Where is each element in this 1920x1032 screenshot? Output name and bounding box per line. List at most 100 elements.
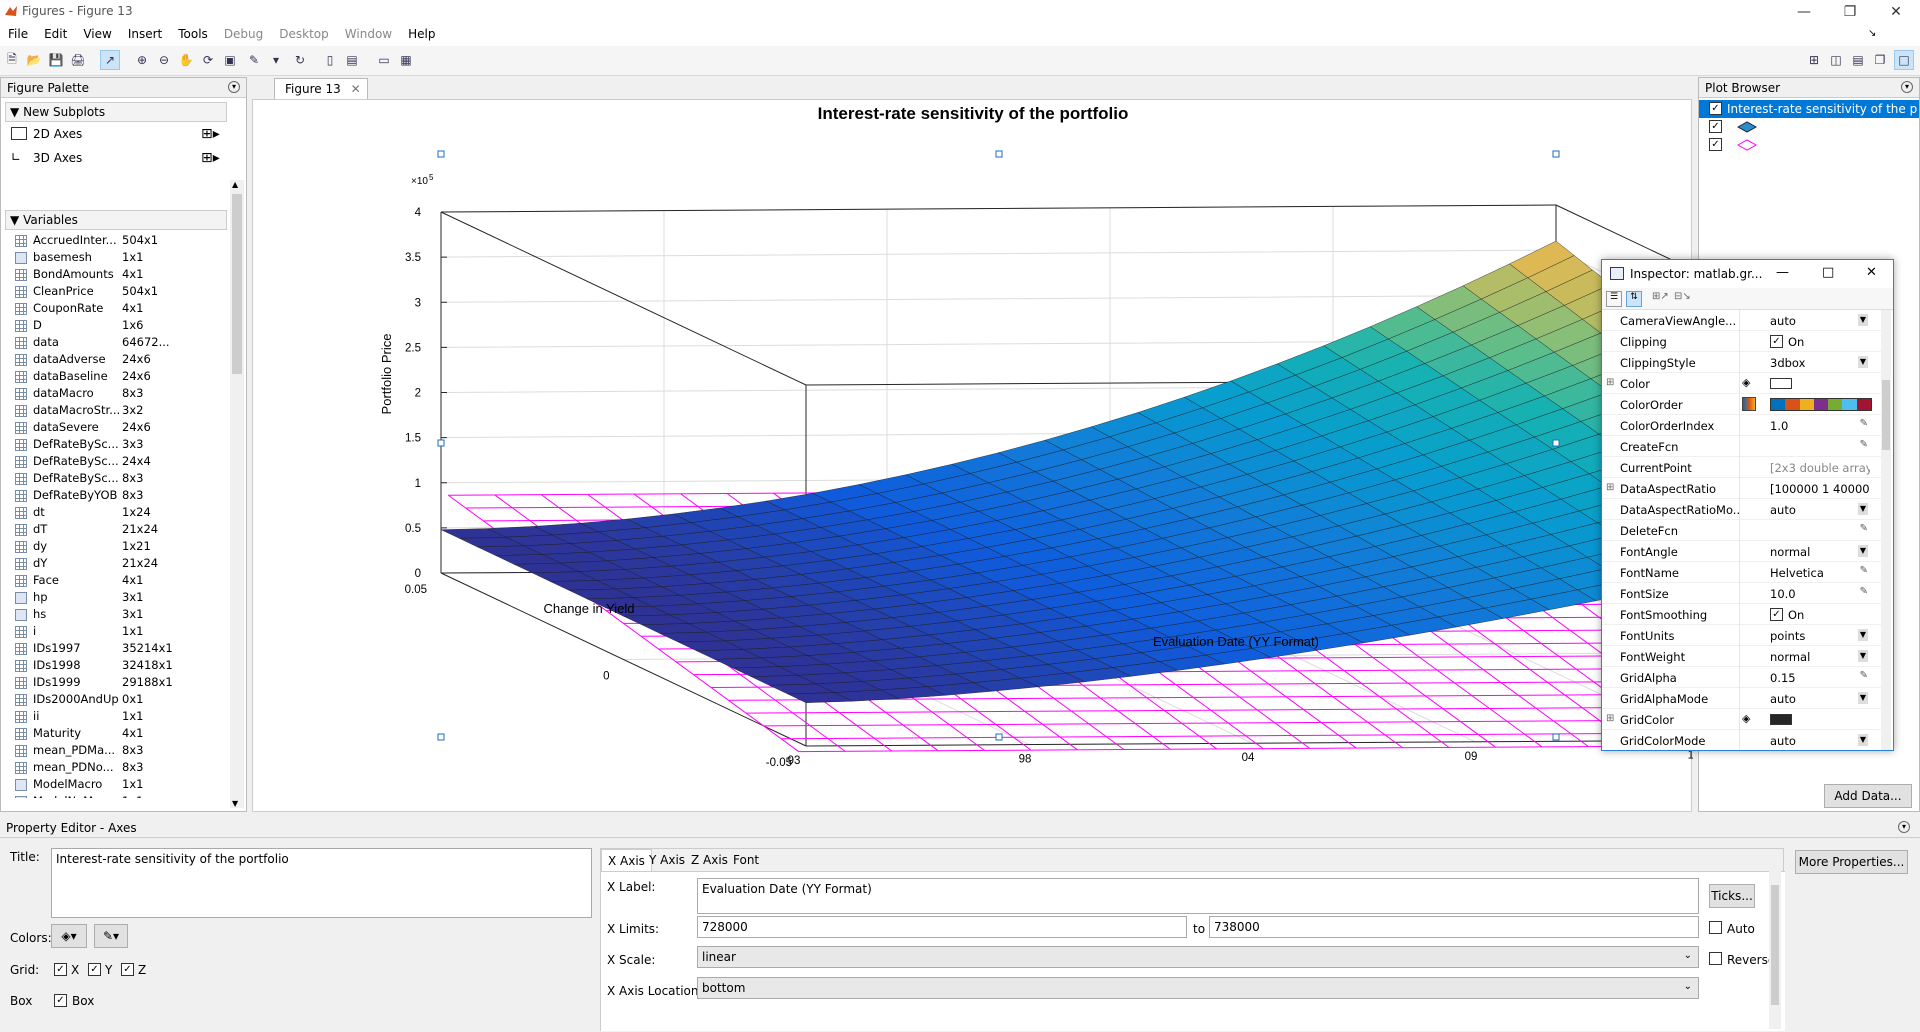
menu-debug[interactable]: Debug — [216, 24, 271, 44]
collapse-all-icon[interactable]: ⊟↘ — [1674, 291, 1691, 302]
property-value[interactable]: Helvetica — [1770, 566, 1870, 580]
property-value[interactable]: 3dbox — [1770, 356, 1870, 370]
inspector-row[interactable]: GridAlphaMode auto ▼ — [1602, 688, 1882, 709]
plot-browser-axes-item[interactable]: ✓ Interest-rate sensitivity of the portf… — [1699, 100, 1919, 118]
dropdown-icon[interactable]: ▼ — [1858, 545, 1868, 557]
grid-layout-icon[interactable]: ⊞▸ — [201, 126, 220, 142]
variable-row[interactable]: ModelNoMa... 1x1 — [5, 793, 227, 798]
variable-row[interactable]: dY 21x24 — [5, 555, 227, 572]
tab-font[interactable]: Font — [727, 849, 765, 871]
dropdown-icon[interactable]: ▼ — [1858, 503, 1868, 515]
variable-row[interactable]: mean_PDMa... 8x3 — [5, 742, 227, 759]
selection-handle[interactable] — [437, 733, 445, 741]
surface-visible-checkbox[interactable]: ✓ — [1709, 120, 1722, 133]
add-data-button[interactable]: Add Data... — [1824, 784, 1912, 808]
x-limit-max-field[interactable]: 738000 — [1209, 916, 1699, 938]
property-value[interactable]: auto — [1770, 734, 1870, 748]
variable-row[interactable]: data 64672... — [5, 334, 227, 351]
dropdown-icon[interactable]: ▼ — [1858, 650, 1868, 662]
menu-edit[interactable]: Edit — [36, 24, 75, 44]
undock-arrow-icon[interactable]: ↘ — [1868, 28, 1876, 39]
panel-menu-icon[interactable]: ▾ — [228, 81, 240, 93]
inspector-maximize-button[interactable]: □ — [1822, 265, 1834, 280]
x-limit-min-field[interactable]: 728000 — [697, 916, 1187, 938]
panel-menu-icon[interactable]: ▾ — [1901, 81, 1913, 93]
edit-pencil-icon[interactable]: ✎ — [1860, 670, 1868, 681]
expand-icon[interactable]: ⊞ — [1606, 482, 1614, 493]
split-vertical-icon[interactable]: ◫ — [1826, 50, 1846, 70]
rotate-icon[interactable]: ⟳ — [198, 50, 218, 70]
scrollbar-thumb[interactable] — [1771, 885, 1779, 1005]
axes-visible-checkbox[interactable]: ✓ — [1709, 102, 1722, 115]
property-value[interactable]: normal — [1770, 545, 1870, 559]
dropdown-icon[interactable]: ▼ — [1858, 734, 1868, 746]
edit-pencil-icon[interactable]: ✎ — [1860, 586, 1868, 597]
variable-row[interactable]: dataMacroStr... 3x2 — [5, 402, 227, 419]
inspector-row[interactable]: CurrentPoint [2x3 double array] — [1602, 457, 1882, 478]
brush-dropdown-icon[interactable]: ▾ — [266, 50, 286, 70]
hide-plot-tools-icon[interactable]: ▭ — [374, 50, 394, 70]
float-icon[interactable]: ❐ — [1870, 50, 1890, 70]
plot-browser-mesh-item[interactable]: ✓ — [1699, 136, 1919, 154]
variable-row[interactable]: IDs2000AndUp 0x1 — [5, 691, 227, 708]
property-value[interactable]: [2x3 double array] — [1770, 461, 1870, 475]
show-plot-tools-icon[interactable]: ▦ — [396, 50, 416, 70]
variable-row[interactable]: D 1x6 — [5, 317, 227, 334]
inspector-minimize-button[interactable]: — — [1776, 265, 1789, 280]
inspector-row[interactable]: DeleteFcn ✎ — [1602, 520, 1882, 541]
property-checkbox[interactable]: ✓ — [1770, 608, 1783, 621]
edit-pencil-icon[interactable]: ✎ — [1860, 523, 1868, 534]
variable-row[interactable]: dt 1x24 — [5, 504, 227, 521]
variable-row[interactable]: DefRateByYOB 8x3 — [5, 487, 227, 504]
dropdown-icon[interactable]: ▼ — [1858, 314, 1868, 326]
box-checkbox[interactable]: ✓ — [54, 994, 67, 1007]
open-icon[interactable]: 📂 — [24, 50, 44, 70]
grid-layout-icon[interactable]: ⊞▸ — [201, 150, 220, 166]
dropdown-icon[interactable]: ▼ — [1858, 692, 1868, 704]
inspector-row[interactable]: FontSize 10.0 ✎ — [1602, 583, 1882, 604]
edge-color-button[interactable]: ✎▾ — [94, 924, 128, 948]
inspector-row[interactable]: ColorOrder — [1602, 394, 1882, 415]
variable-row[interactable]: hp 3x1 — [5, 589, 227, 606]
link-plot-icon[interactable]: ↻ — [290, 50, 310, 70]
color-order-strip[interactable] — [1770, 398, 1872, 411]
panel-menu-icon[interactable]: ▾ — [1898, 821, 1910, 833]
variable-row[interactable]: mean_PDNo... 8x3 — [5, 759, 227, 776]
variable-row[interactable]: i 1x1 — [5, 623, 227, 640]
inspector-row[interactable]: GridAlpha 0.15 ✎ — [1602, 667, 1882, 688]
expand-icon[interactable]: ⊞ — [1606, 713, 1614, 724]
print-icon[interactable]: 🖨 — [68, 50, 88, 70]
inspector-scrollbar[interactable] — [1881, 310, 1891, 750]
property-value[interactable]: [100000 1 4000000] — [1770, 482, 1870, 496]
menu-view[interactable]: View — [75, 24, 119, 44]
inspector-row[interactable]: FontWeight normal ▼ — [1602, 646, 1882, 667]
variable-row[interactable]: Maturity 4x1 — [5, 725, 227, 742]
edit-pencil-icon[interactable]: ✎ — [1860, 439, 1868, 450]
data-cursor-icon[interactable]: ▣ — [220, 50, 240, 70]
inspector-row[interactable]: ClippingStyle 3dbox ▼ — [1602, 352, 1882, 373]
title-field[interactable]: Interest-rate sensitivity of the portfol… — [51, 848, 592, 918]
edit-pencil-icon[interactable]: ✎ — [1860, 418, 1868, 429]
variable-row[interactable]: IDs1999 29188x1 — [5, 674, 227, 691]
inspector-row[interactable]: CameraViewAngle... auto ▼ — [1602, 310, 1882, 331]
variable-row[interactable]: dataBaseline 24x6 — [5, 368, 227, 385]
menu-file[interactable]: File — [0, 24, 36, 44]
x-scale-select[interactable]: linear ⌄ — [697, 946, 1699, 968]
selection-handle[interactable] — [995, 150, 1003, 158]
expand-all-icon[interactable]: ⊞↗ — [1652, 291, 1669, 302]
color-order-icon[interactable] — [1742, 397, 1756, 411]
plot-browser-surface-item[interactable]: ✓ — [1699, 118, 1919, 136]
dropdown-icon[interactable]: ▼ — [1858, 356, 1868, 368]
axes-3d-item[interactable]: ∟ 3D Axes ⊞▸ — [5, 146, 227, 170]
variable-row[interactable]: CouponRate 4x1 — [5, 300, 227, 317]
selection-handle[interactable] — [1552, 439, 1560, 447]
scrollbar-thumb[interactable] — [1882, 380, 1890, 450]
face-color-button[interactable]: ◈▾ — [51, 924, 87, 948]
selection-handle[interactable] — [1552, 150, 1560, 158]
variable-row[interactable]: ii 1x1 — [5, 708, 227, 725]
zoom-in-icon[interactable]: ⊕ — [132, 50, 152, 70]
ticks-button[interactable]: Ticks... — [1709, 884, 1755, 908]
more-properties-button[interactable]: More Properties... — [1795, 850, 1908, 874]
inspector-row[interactable]: ⊞ GridColor ◈ — [1602, 709, 1882, 730]
selection-handle[interactable] — [1552, 733, 1560, 741]
